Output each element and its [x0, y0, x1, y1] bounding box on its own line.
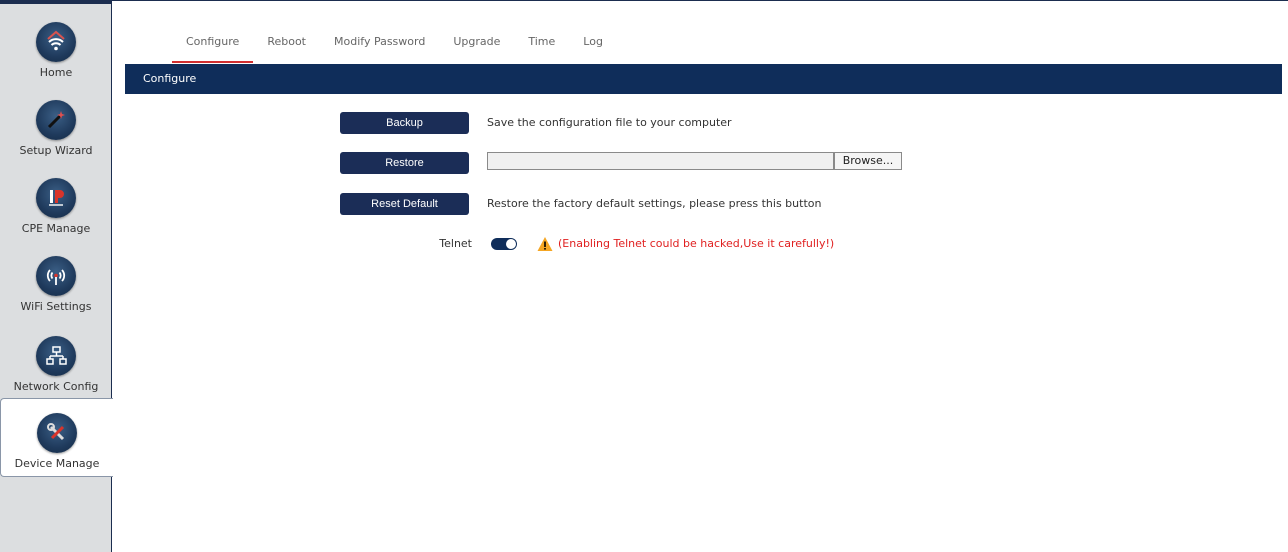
network-icon [36, 336, 76, 376]
wifi-home-icon [36, 22, 76, 62]
sidebar-item-network-config[interactable]: Network Config [0, 330, 112, 408]
sidebar-item-cpe-manage[interactable]: CPE Manage [0, 172, 112, 250]
telnet-warning-text: (Enabling Telnet could be hacked,Use it … [558, 237, 835, 250]
sidebar-item-label: CPE Manage [21, 222, 91, 235]
sidebar-item-home[interactable]: Home [0, 16, 112, 94]
sidebar-item-label: Setup Wizard [19, 144, 93, 157]
restore-file-input[interactable] [487, 152, 834, 170]
telnet-toggle[interactable] [491, 238, 517, 250]
warning-icon [537, 237, 553, 251]
tab-time[interactable]: Time [514, 34, 569, 62]
section-header: Configure [125, 64, 1282, 94]
tab-modify-password[interactable]: Modify Password [320, 34, 439, 62]
sidebar-item-label: Home [39, 66, 73, 79]
ip-icon [36, 178, 76, 218]
sidebar: Home Setup Wizard CPE Manage WiFi Settin… [0, 0, 113, 552]
tab-upgrade[interactable]: Upgrade [439, 34, 514, 62]
wifi-antenna-icon [36, 256, 76, 296]
telnet-label: Telnet [439, 237, 472, 250]
wizard-wand-icon [36, 100, 76, 140]
backup-description: Save the configuration file to your comp… [487, 116, 732, 129]
sidebar-item-device-manage[interactable]: Device Manage [0, 398, 113, 477]
tab-bar: Configure Reboot Modify Password Upgrade… [172, 34, 617, 64]
tools-icon [37, 413, 77, 453]
tab-reboot[interactable]: Reboot [253, 34, 320, 62]
main-content: Configure Reboot Modify Password Upgrade… [112, 0, 1288, 552]
top-border [112, 0, 1288, 6]
app-window: Home Setup Wizard CPE Manage WiFi Settin… [0, 0, 1288, 552]
reset-description: Restore the factory default settings, pl… [487, 197, 822, 210]
sidebar-item-setup-wizard[interactable]: Setup Wizard [0, 94, 112, 172]
reset-default-button[interactable]: Reset Default [340, 193, 469, 215]
tab-configure[interactable]: Configure [172, 34, 254, 63]
sidebar-item-label: Network Config [13, 380, 99, 393]
backup-button[interactable]: Backup [340, 112, 469, 134]
sidebar-item-label: Device Manage [14, 457, 100, 470]
restore-button[interactable]: Restore [340, 152, 469, 174]
sidebar-item-label: WiFi Settings [20, 300, 92, 313]
sidebar-item-wifi-settings[interactable]: WiFi Settings [0, 250, 112, 328]
toggle-knob [506, 239, 516, 249]
tab-log[interactable]: Log [569, 34, 617, 62]
browse-button[interactable]: Browse... [834, 152, 902, 170]
